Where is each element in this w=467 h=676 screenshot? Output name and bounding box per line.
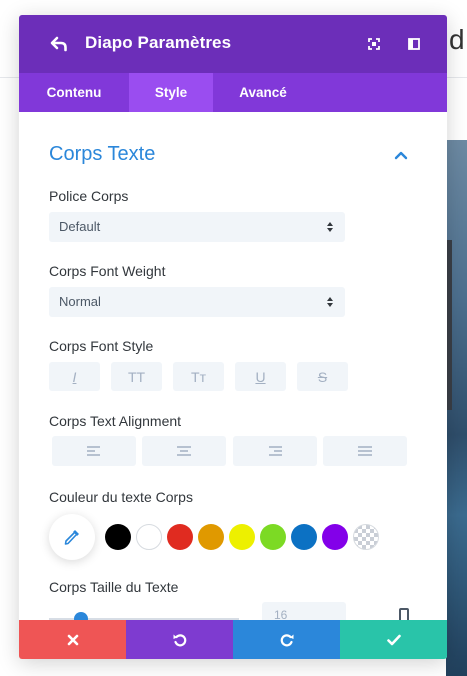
- color-swatch-transparent[interactable]: [353, 524, 379, 550]
- font-select-value: Default: [59, 219, 101, 234]
- undo-button[interactable]: [126, 620, 233, 659]
- chevron-up-icon[interactable]: [394, 150, 408, 160]
- save-button[interactable]: [340, 620, 447, 659]
- align-left-icon: [87, 446, 100, 456]
- font-weight-select[interactable]: Normal: [49, 287, 345, 317]
- eyedropper-icon: [64, 530, 79, 545]
- text-alignment-label: Corps Text Alignment: [49, 413, 182, 429]
- sidebar-split-icon[interactable]: [405, 35, 423, 53]
- font-weight-label: Corps Font Weight: [49, 263, 166, 279]
- back-arrow-icon[interactable]: [49, 34, 69, 54]
- color-swatch-black[interactable]: [105, 524, 131, 550]
- align-right-icon: [269, 446, 282, 456]
- check-icon: [386, 634, 401, 645]
- font-select[interactable]: Default: [49, 212, 345, 242]
- italic-icon: I: [72, 368, 77, 385]
- underline-icon: U: [255, 368, 266, 385]
- color-swatch-yellow[interactable]: [229, 524, 255, 550]
- align-justify-icon: [358, 446, 372, 456]
- text-size-label: Corps Taille du Texte: [49, 579, 179, 595]
- font-style-label: Corps Font Style: [49, 338, 154, 354]
- close-icon: [67, 634, 78, 645]
- settings-content: Corps Texte Police Corps Default Corps F…: [19, 112, 447, 620]
- select-arrows-icon: [327, 222, 333, 232]
- italic-button[interactable]: I: [49, 362, 100, 391]
- capitalize-button[interactable]: Tт: [173, 362, 224, 391]
- color-swatch-blue[interactable]: [291, 524, 317, 550]
- align-center-button[interactable]: [142, 436, 226, 466]
- text-color-label: Couleur du texte Corps: [49, 489, 193, 505]
- align-center-icon: [177, 446, 191, 456]
- expand-icon[interactable]: [365, 35, 383, 53]
- modal-footer: [19, 620, 447, 659]
- uppercase-icon: TT: [127, 368, 146, 385]
- color-swatch-orange[interactable]: [198, 524, 224, 550]
- font-label: Police Corps: [49, 188, 129, 204]
- text-size-input[interactable]: 16: [262, 602, 346, 620]
- tab-style[interactable]: Style: [129, 73, 213, 112]
- color-swatch-purple[interactable]: [322, 524, 348, 550]
- capitalize-icon: Tт: [191, 368, 206, 385]
- text-size-slider-handle[interactable]: [74, 612, 88, 620]
- tab-avance[interactable]: Avancé: [213, 73, 313, 112]
- underline-button[interactable]: U: [235, 362, 286, 391]
- strikethrough-button[interactable]: S: [297, 362, 348, 391]
- align-left-button[interactable]: [52, 436, 136, 466]
- redo-icon: [280, 633, 293, 646]
- redo-button[interactable]: [233, 620, 340, 659]
- mobile-device-icon[interactable]: [399, 608, 409, 620]
- align-right-button[interactable]: [233, 436, 317, 466]
- modal-header: Diapo Paramètres: [19, 15, 447, 73]
- strikethrough-icon: S: [317, 368, 328, 385]
- color-swatch-green[interactable]: [260, 524, 286, 550]
- section-title[interactable]: Corps Texte: [49, 143, 155, 166]
- font-weight-value: Normal: [59, 294, 101, 309]
- select-arrows-icon: [327, 297, 333, 307]
- color-picker-button[interactable]: [49, 514, 95, 560]
- background-heading-fragment: d: [449, 24, 465, 55]
- tab-contenu[interactable]: Contenu: [19, 73, 129, 112]
- settings-modal: Diapo Paramètres Contenu Style Avancé Co…: [19, 15, 447, 659]
- background-slide-image: [446, 140, 467, 676]
- modal-title: Diapo Paramètres: [85, 33, 232, 52]
- align-justify-button[interactable]: [323, 436, 407, 466]
- uppercase-button[interactable]: TT: [111, 362, 162, 391]
- tab-bar: Contenu Style Avancé: [19, 73, 447, 112]
- color-swatch-white[interactable]: [136, 524, 162, 550]
- color-swatch-red[interactable]: [167, 524, 193, 550]
- undo-icon: [173, 633, 186, 646]
- cancel-button[interactable]: [19, 620, 126, 659]
